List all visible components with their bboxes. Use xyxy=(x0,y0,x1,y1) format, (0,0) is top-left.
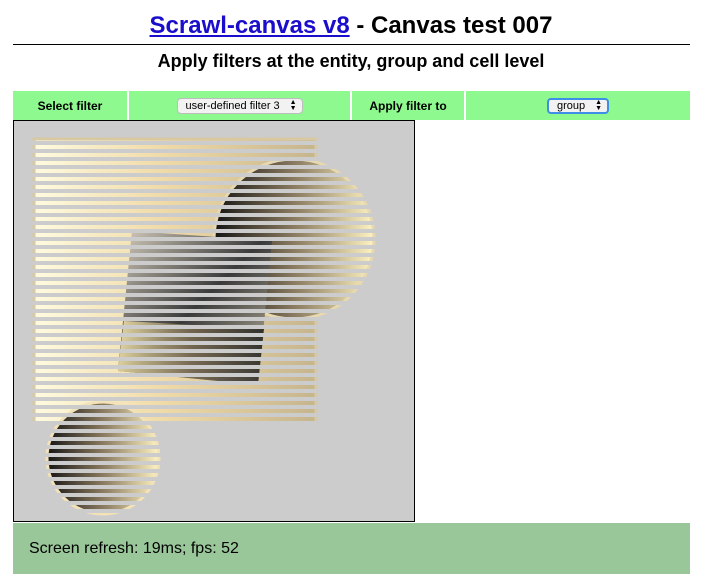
bottom-left-circle xyxy=(45,400,161,516)
scrawl-canvas-link[interactable]: Scrawl-canvas v8 xyxy=(150,12,350,39)
select-arrows-icon: ▲ ▼ xyxy=(289,98,297,112)
apply-to-select-value: group xyxy=(557,99,586,112)
status-bar: Screen refresh: 19ms; fps: 52 xyxy=(13,523,690,574)
filter-select-cell: user-defined filter 3 ▲ ▼ xyxy=(129,91,350,120)
filtered-group xyxy=(32,137,376,516)
apply-filter-to-label: Apply filter to xyxy=(352,91,464,120)
control-bar: Select filter user-defined filter 3 ▲ ▼ A… xyxy=(13,91,690,120)
select-filter-label: Select filter xyxy=(13,91,127,120)
filter-select-value: user-defined filter 3 xyxy=(185,99,280,112)
title-divider xyxy=(13,44,690,45)
canvas-drawing xyxy=(32,137,376,516)
filter-select[interactable]: user-defined filter 3 ▲ ▼ xyxy=(176,97,303,114)
demo-canvas[interactable] xyxy=(13,120,415,522)
page-title: Scrawl-canvas v8 - Canvas test 007 xyxy=(0,12,702,40)
status-text: Screen refresh: 19ms; fps: 52 xyxy=(29,539,239,557)
select-arrows-icon: ▲ ▼ xyxy=(595,98,602,112)
page-title-suffix: - Canvas test 007 xyxy=(349,12,553,39)
apply-to-select-cell: group ▲ ▼ xyxy=(466,91,690,120)
page-subtitle: Apply filters at the entity, group and c… xyxy=(157,51,545,71)
apply-to-select[interactable]: group ▲ ▼ xyxy=(547,97,609,114)
